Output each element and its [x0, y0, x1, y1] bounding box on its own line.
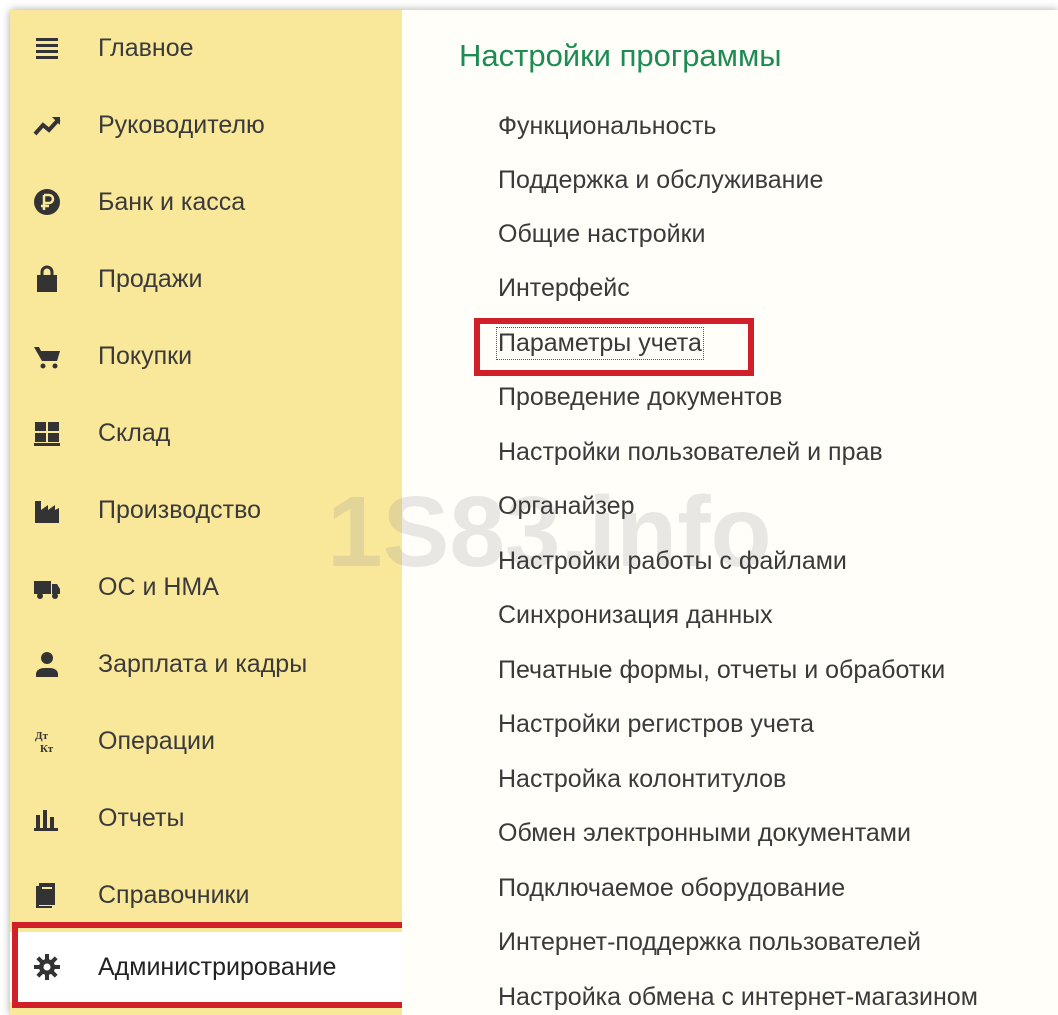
sidebar-item-label: Покупки [98, 341, 193, 370]
sidebar-item-bank[interactable]: Банк и касса [10, 167, 402, 237]
link-document-posting[interactable]: Проведение документов [498, 383, 782, 412]
svg-text:Кт: Кт [40, 743, 54, 755]
link-interface[interactable]: Интерфейс [498, 274, 630, 303]
sidebar-item-warehouse[interactable]: Склад [10, 398, 402, 468]
sidebar-item-fixed-assets[interactable]: ОС и НМА [10, 552, 402, 622]
link-users-rights[interactable]: Настройки пользователей и прав [498, 438, 883, 467]
link-data-sync[interactable]: Синхронизация данных [498, 601, 773, 630]
sidebar-item-administration[interactable]: Администрирование [10, 932, 402, 1002]
link-print-forms[interactable]: Печатные формы, отчеты и обработки [498, 656, 945, 685]
page-title: Настройки программы [459, 38, 782, 73]
warehouse-grid-icon [30, 416, 64, 450]
bar-chart-icon [30, 801, 64, 835]
sidebar-item-label: Администрирование [98, 952, 337, 981]
trend-up-icon [30, 108, 64, 142]
sidebar-item-label: Банк и касса [98, 187, 246, 216]
ruble-coin-icon [30, 185, 64, 219]
factory-icon [30, 493, 64, 527]
books-icon [30, 878, 64, 912]
link-equipment[interactable]: Подключаемое оборудование [498, 874, 845, 903]
link-edi[interactable]: Обмен электронными документами [498, 819, 911, 848]
sidebar-item-reports[interactable]: Отчеты [10, 783, 402, 853]
sidebar-item-purchases[interactable]: Покупки [10, 321, 402, 391]
shopping-bag-icon [30, 262, 64, 296]
link-internet-support[interactable]: Интернет-поддержка пользователей [498, 928, 921, 957]
sidebar-item-production[interactable]: Производство [10, 475, 402, 545]
truck-icon [30, 570, 64, 604]
gear-icon [30, 950, 64, 984]
link-headers-footers[interactable]: Настройка колонтитулов [498, 765, 786, 794]
sidebar-item-operations[interactable]: Дт Кт Операции [10, 706, 402, 776]
sidebar-item-label: Склад [98, 418, 171, 447]
sidebar-item-salary[interactable]: Зарплата и кадры [10, 629, 402, 699]
sidebar-item-label: Справочники [98, 880, 250, 909]
link-functionality[interactable]: Функциональность [498, 112, 716, 141]
app-window: Главное Руководителю Банк и касса Продаж… [10, 10, 1058, 1015]
sidebar-item-label: Отчеты [98, 803, 185, 832]
main-panel: Настройки программы 1S83.info Функционал… [327, 10, 1058, 1015]
sidebar-item-directories[interactable]: Справочники [10, 860, 402, 930]
sidebar-item-label: Зарплата и кадры [98, 649, 308, 678]
link-file-settings[interactable]: Настройки работы с файлами [498, 547, 847, 576]
link-accounting-parameters[interactable]: Параметры учета [496, 327, 704, 360]
link-organizer[interactable]: Органайзер [498, 492, 635, 521]
debit-credit-icon: Дт Кт [30, 724, 64, 758]
sidebar-item-label: Операции [98, 726, 215, 755]
sidebar-item-label: Главное [98, 33, 194, 62]
sidebar-item-manager[interactable]: Руководителю [10, 90, 402, 160]
svg-text:Дт: Дт [35, 730, 49, 742]
sidebar-item-main[interactable]: Главное [10, 13, 402, 83]
menu-lines-icon [30, 31, 64, 65]
sidebar-item-label: ОС и НМА [98, 572, 219, 601]
cart-icon [30, 339, 64, 373]
link-general-settings[interactable]: Общие настройки [498, 220, 705, 249]
link-online-store-exchange[interactable]: Настройка обмена с интернет-магазином [498, 983, 978, 1012]
sidebar-item-label: Производство [98, 495, 262, 524]
sidebar-item-sales[interactable]: Продажи [10, 244, 402, 314]
sidebar-item-label: Руководителю [98, 110, 265, 139]
sidebar: Главное Руководителю Банк и касса Продаж… [10, 10, 410, 1015]
person-icon [30, 647, 64, 681]
link-support[interactable]: Поддержка и обслуживание [498, 166, 823, 195]
link-register-settings[interactable]: Настройки регистров учета [498, 710, 814, 739]
sidebar-item-label: Продажи [98, 264, 203, 293]
